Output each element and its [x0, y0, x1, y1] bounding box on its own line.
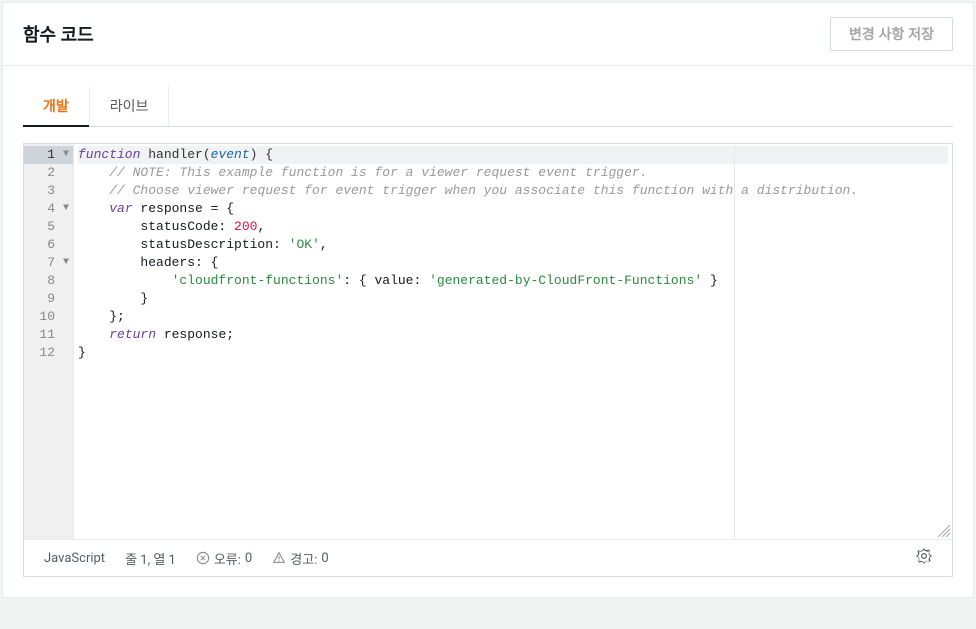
code-line[interactable]: return response; [78, 326, 948, 344]
tab-dev[interactable]: 개발 [23, 86, 90, 126]
resize-handle[interactable] [938, 525, 950, 537]
fold-icon[interactable]: ▼ [63, 146, 69, 164]
editor-gutter: 1▼234▼567▼89101112 [24, 144, 74, 539]
code-line[interactable]: } [78, 344, 948, 362]
gutter-line: 12 [24, 344, 73, 362]
save-changes-button[interactable]: 변경 사항 저장 [830, 17, 953, 51]
print-margin [734, 144, 735, 539]
status-errors: 오류: 0 [196, 549, 252, 568]
status-errors-count: 0 [245, 551, 252, 566]
panel-header: 함수 코드 변경 사항 저장 [3, 3, 973, 66]
code-line[interactable]: headers: { [78, 254, 948, 272]
tabs: 개발 라이브 [23, 86, 953, 127]
fold-icon[interactable]: ▼ [63, 254, 69, 272]
gutter-line: 7▼ [24, 254, 73, 272]
gutter-line: 3 [24, 182, 73, 200]
gutter-line: 6 [24, 236, 73, 254]
panel-title: 함수 코드 [23, 21, 94, 47]
status-language: JavaScript [44, 551, 105, 566]
code-line[interactable]: // NOTE: This example function is for a … [78, 164, 948, 182]
gutter-line: 2 [24, 164, 73, 182]
tab-live[interactable]: 라이브 [90, 86, 170, 126]
function-code-panel: 함수 코드 변경 사항 저장 개발 라이브 1▼234▼567▼89101112… [2, 2, 974, 598]
error-icon [196, 551, 210, 565]
gutter-line: 4▼ [24, 200, 73, 218]
gutter-line: 8 [24, 272, 73, 290]
gear-icon[interactable] [916, 548, 932, 568]
gutter-line: 9 [24, 290, 73, 308]
gutter-line: 1▼ [24, 146, 73, 164]
status-warnings: 경고: 0 [272, 549, 328, 568]
code-line[interactable]: function handler(event) { [78, 146, 948, 164]
code-editor[interactable]: 1▼234▼567▼89101112 function handler(even… [24, 144, 952, 539]
gutter-line: 11 [24, 326, 73, 344]
editor-status-bar: JavaScript 줄 1, 열 1 오류: 0 경고: [24, 539, 952, 576]
warning-icon [272, 551, 286, 565]
gutter-line: 5 [24, 218, 73, 236]
editor-code-area[interactable]: function handler(event) { // NOTE: This … [74, 144, 952, 539]
editor-wrapper: 1▼234▼567▼89101112 function handler(even… [23, 143, 953, 577]
status-left: JavaScript 줄 1, 열 1 오류: 0 경고: [44, 549, 329, 568]
status-warnings-count: 0 [321, 551, 328, 566]
code-line[interactable]: }; [78, 308, 948, 326]
status-errors-label: 오류: [214, 549, 241, 568]
code-line[interactable]: 'cloudfront-functions': { value: 'genera… [78, 272, 948, 290]
panel-content: 개발 라이브 1▼234▼567▼89101112 function handl… [3, 66, 973, 597]
status-cursor-position: 줄 1, 열 1 [125, 549, 176, 568]
code-line[interactable]: var response = { [78, 200, 948, 218]
status-warnings-label: 경고: [290, 549, 317, 568]
code-line[interactable]: statusCode: 200, [78, 218, 948, 236]
code-line[interactable]: statusDescription: 'OK', [78, 236, 948, 254]
fold-icon[interactable]: ▼ [63, 200, 69, 218]
code-line[interactable]: } [78, 290, 948, 308]
gutter-line: 10 [24, 308, 73, 326]
code-line[interactable]: // Choose viewer request for event trigg… [78, 182, 948, 200]
